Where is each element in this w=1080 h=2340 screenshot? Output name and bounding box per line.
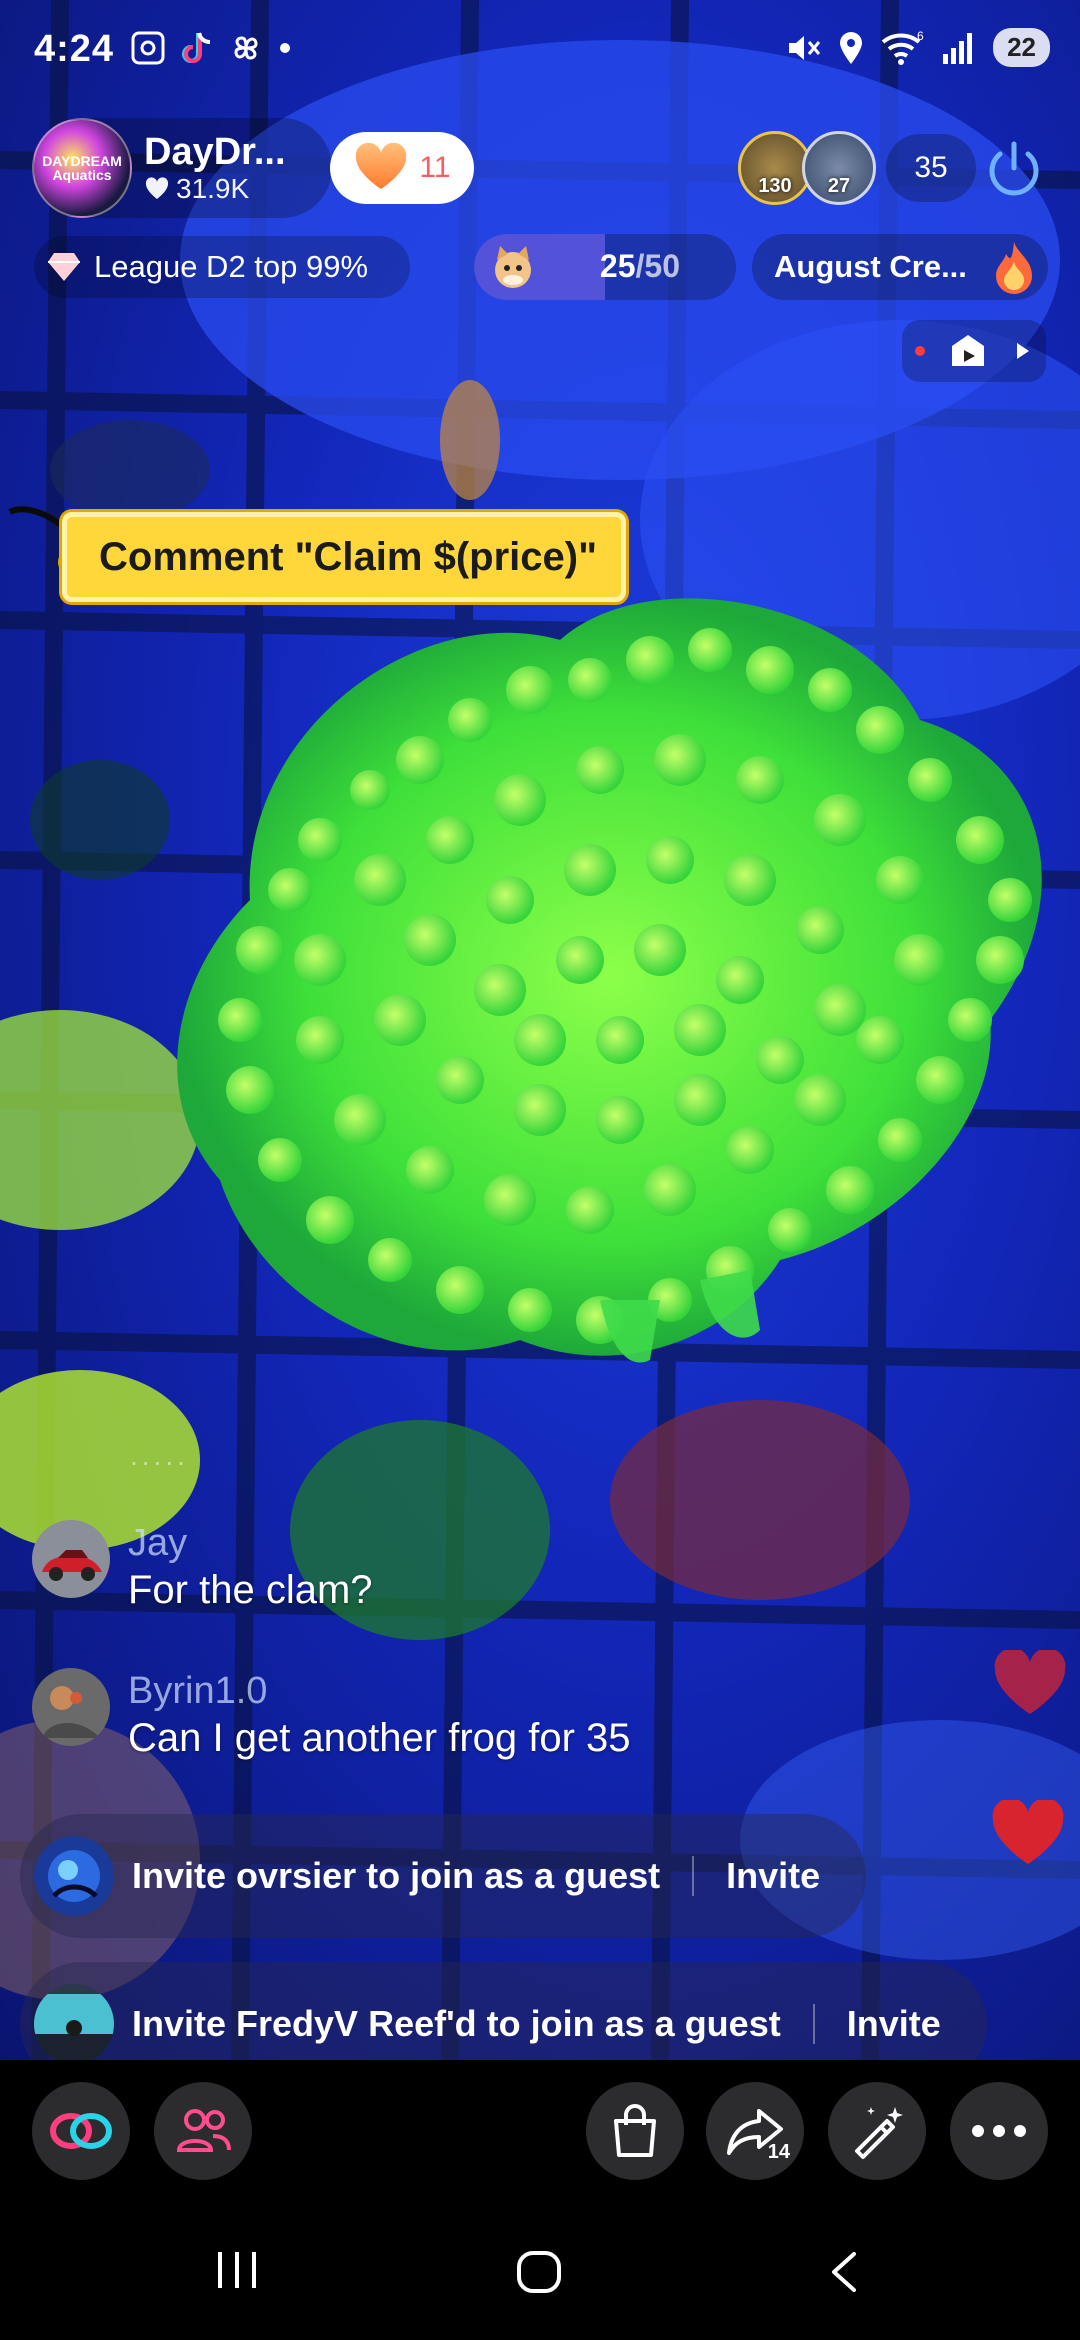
dot-icon bbox=[280, 43, 290, 53]
league-label: League D2 top 99% bbox=[94, 249, 369, 284]
signal-icon bbox=[943, 32, 973, 64]
host-likes: 31.9K bbox=[144, 173, 286, 205]
avatar-image bbox=[34, 1984, 114, 2064]
invite-guest-row: Invite ovrsier to join as a guest Invite bbox=[20, 1814, 867, 1938]
invite-avatar[interactable] bbox=[34, 1984, 114, 2064]
screenshot-icon bbox=[131, 31, 165, 65]
host-info: DayDr... 31.9K bbox=[144, 131, 286, 205]
follow-button[interactable]: 11 bbox=[330, 132, 474, 204]
wifi-icon: 6 bbox=[881, 30, 924, 65]
invite-button[interactable]: Invite bbox=[726, 1855, 820, 1897]
comment-item[interactable]: Byrin1.0 Can I get another frog for 35 bbox=[32, 1668, 631, 1762]
host-info-pill[interactable]: DAYDREAM Aquatics DayDr... 31.9K bbox=[32, 118, 332, 218]
follow-count: 11 bbox=[419, 151, 451, 184]
share-count: 14 bbox=[767, 2141, 790, 2163]
viewer-avatar[interactable]: 27 bbox=[802, 131, 876, 205]
cat-icon bbox=[495, 246, 531, 288]
top-viewers[interactable]: 130 27 35 bbox=[738, 131, 976, 205]
heart-follow-icon bbox=[356, 143, 407, 189]
replay-icon[interactable] bbox=[949, 332, 987, 370]
status-right-icons: 6 22 bbox=[785, 28, 1050, 67]
invite-divider bbox=[812, 2004, 815, 2044]
viewer-badge-count: 27 bbox=[827, 175, 851, 197]
comment-body: Jay For the clam? bbox=[128, 1520, 373, 1614]
link-icon bbox=[50, 2113, 112, 2149]
magic-wand-icon bbox=[855, 2107, 903, 2159]
invite-divider bbox=[692, 1856, 695, 1896]
status-bar: 4:24 6 22 bbox=[0, 0, 1080, 100]
share-button[interactable]: 14 bbox=[706, 2082, 804, 2180]
comments-more-indicator: ..... bbox=[130, 1440, 189, 1471]
goal-current: 25 bbox=[599, 248, 636, 284]
power-icon[interactable] bbox=[980, 136, 1048, 204]
avatar-image bbox=[32, 1668, 110, 1746]
location-icon bbox=[840, 31, 863, 64]
heart-icon bbox=[145, 177, 169, 199]
status-time: 4:24 bbox=[34, 28, 115, 70]
viewer-badge-count: 130 bbox=[758, 175, 792, 197]
tiktok-icon bbox=[182, 32, 211, 63]
product-claim-tag[interactable]: Comment "Claim $(price)" bbox=[62, 512, 627, 602]
pinwheel-icon bbox=[234, 36, 258, 60]
viewer-count[interactable]: 35 bbox=[886, 134, 976, 202]
avatar-car-image bbox=[32, 1520, 110, 1598]
svg-text:6: 6 bbox=[917, 30, 924, 43]
event-label: August Cre... bbox=[774, 249, 967, 284]
comment-text: For the clam? bbox=[128, 1568, 373, 1612]
effects-button[interactable] bbox=[828, 2082, 926, 2180]
flame-icon bbox=[996, 242, 1032, 294]
invite-text: Invite ovrsier to join as a guest bbox=[132, 1855, 661, 1896]
comment-avatar[interactable] bbox=[32, 1520, 110, 1598]
more-icon bbox=[972, 2125, 1026, 2137]
recent-apps-icon[interactable] bbox=[214, 2250, 260, 2290]
event-banner[interactable]: August Cre... bbox=[752, 234, 1048, 300]
comment-username[interactable]: Jay bbox=[128, 1520, 373, 1566]
comment-username[interactable]: Byrin1.0 bbox=[128, 1668, 631, 1714]
comment-avatar[interactable] bbox=[32, 1668, 110, 1746]
status-left-icons bbox=[130, 30, 292, 66]
home-icon[interactable] bbox=[516, 2250, 562, 2294]
mute-icon bbox=[789, 35, 821, 60]
recording-dot-icon bbox=[914, 346, 925, 356]
more-button[interactable] bbox=[950, 2082, 1048, 2180]
shop-button[interactable] bbox=[586, 2082, 684, 2180]
host-name: DayDr... bbox=[144, 131, 286, 173]
league-badge[interactable]: League D2 top 99% bbox=[34, 236, 410, 298]
live-stream-screen: 4:24 6 22 DAYDREAM Aquatics DayDr... 31.… bbox=[0, 0, 1080, 2340]
diamond-icon bbox=[48, 253, 80, 281]
product-claim-text: Comment "Claim $(price)" bbox=[99, 534, 598, 579]
goal-progress-text: 25/50 bbox=[600, 248, 680, 285]
host-avatar-logo-text: DAYDREAM Aquatics bbox=[42, 153, 122, 183]
comment-item[interactable]: Jay For the clam? bbox=[32, 1520, 373, 1614]
floating-heart-icon bbox=[994, 1650, 1066, 1714]
play-arrow-icon[interactable] bbox=[1010, 339, 1034, 363]
invite-avatar[interactable] bbox=[34, 1836, 114, 1916]
floating-heart-icon bbox=[992, 1800, 1064, 1864]
bottom-toolbar: 14 bbox=[0, 2060, 1080, 2200]
viewer-avatar[interactable]: 130 bbox=[738, 131, 812, 205]
back-icon[interactable] bbox=[826, 2250, 860, 2294]
media-controls[interactable] bbox=[902, 320, 1046, 382]
multi-guest-button[interactable] bbox=[154, 2082, 252, 2180]
multi-guest-icon bbox=[176, 2109, 231, 2152]
goal-progress[interactable]: 25/50 bbox=[474, 234, 736, 300]
invite-button[interactable]: Invite bbox=[847, 2003, 941, 2045]
link-button[interactable] bbox=[32, 2082, 130, 2180]
goal-total: 50 bbox=[644, 248, 680, 284]
shop-bag-icon bbox=[614, 2104, 656, 2157]
host-likes-count: 31.9K bbox=[176, 173, 250, 204]
comment-body: Byrin1.0 Can I get another frog for 35 bbox=[128, 1668, 631, 1762]
invite-text: Invite FredyV Reef'd to join as a guest bbox=[132, 2003, 781, 2044]
host-avatar[interactable]: DAYDREAM Aquatics bbox=[32, 118, 132, 218]
avatar-image bbox=[34, 1836, 114, 1916]
battery-level: 22 bbox=[993, 28, 1050, 67]
system-navigation-bar bbox=[0, 2200, 1080, 2340]
comment-text: Can I get another frog for 35 bbox=[128, 1716, 631, 1760]
